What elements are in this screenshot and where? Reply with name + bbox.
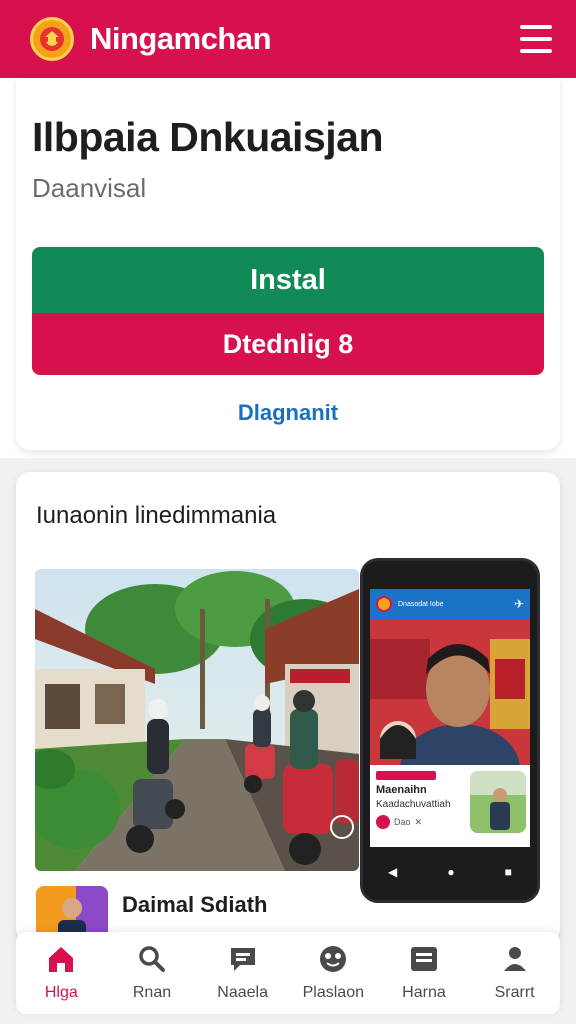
home-icon: [44, 942, 78, 976]
page-title: Ilbpaia Dnkuaisjan: [32, 114, 384, 160]
media-card: Iunaonin linedimmania Dnasodat Iobe ✈ Ma…: [16, 472, 560, 942]
back-icon[interactable]: ◀: [388, 865, 397, 879]
nav-item-home[interactable]: Hlga: [19, 942, 103, 1002]
nav-item-chat[interactable]: Naaela: [201, 942, 285, 1002]
app-title: Ningamchan: [90, 21, 272, 56]
share-icon: ✈: [513, 597, 524, 611]
section-title: Iunaonin linedimmania: [36, 502, 277, 529]
nav-item-globe[interactable]: Plaslaon: [291, 942, 375, 1002]
village-street-photo[interactable]: [35, 569, 359, 871]
nav-item-search[interactable]: Rnan: [110, 942, 194, 1002]
nav-item-list[interactable]: Harna: [382, 942, 466, 1002]
news-photo: [370, 619, 530, 765]
app-info-card: Ilbpaia Dnkuaisjan Daanvisal Instal Dted…: [0, 78, 576, 458]
emblem-logo-icon[interactable]: [30, 17, 74, 61]
phone-screen: Dnasodat Iobe ✈ Maenaihn Kaadachuvattiah…: [370, 589, 530, 847]
news-logo-icon: [376, 815, 390, 829]
news-tag: [376, 771, 436, 780]
home-circle-icon[interactable]: ●: [447, 865, 454, 879]
news-meta: Dao ✕: [376, 815, 422, 829]
app-header: Ningamchan: [0, 0, 576, 78]
news-title: Maenaihn: [376, 784, 427, 796]
bottom-nav: Hlga Rnan Naaela Plaslaon Harna Srarrt: [16, 932, 560, 1014]
globe-icon: [316, 942, 350, 976]
phone-mockup: Dnasodat Iobe ✈ Maenaihn Kaadachuvattiah…: [360, 558, 540, 903]
news-thumbnail[interactable]: [470, 771, 526, 833]
news-info: Maenaihn Kaadachuvattiah Dao ✕: [370, 765, 530, 847]
phone-nav-bar: ◀ ● ■: [363, 857, 537, 887]
mini-logo-icon: [376, 596, 392, 612]
hamburger-menu-icon[interactable]: [520, 25, 552, 53]
profile-name: Daimal Sdiath: [122, 892, 268, 917]
details-link[interactable]: Dlagnanit: [0, 400, 576, 426]
download-button[interactable]: Dtednlig 8: [32, 313, 544, 375]
phone-topbar: Dnasodat Iobe ✈: [370, 589, 530, 619]
list-icon: [407, 942, 441, 976]
nav-label: Hlga: [44, 984, 78, 1001]
nav-label: Plaslaon: [302, 984, 364, 1001]
phone-topbar-title: Dnasodat Iobe: [398, 600, 444, 608]
nav-label: Srarrt: [494, 984, 535, 1001]
nav-label: Rnan: [132, 984, 172, 1001]
recent-apps-icon[interactable]: ■: [505, 865, 512, 879]
close-icon[interactable]: ✕: [415, 817, 423, 828]
nav-item-profile[interactable]: Srarrt: [473, 942, 557, 1002]
chat-icon: [226, 942, 260, 976]
nav-label: Naaela: [217, 984, 268, 1001]
person-icon: [498, 942, 532, 976]
news-subtitle: Kaadachuvattiah: [376, 799, 451, 810]
install-button[interactable]: Instal: [32, 247, 544, 313]
nav-label: Harna: [402, 984, 446, 1001]
page-subtitle: Daanvisal: [32, 173, 147, 203]
search-icon: [135, 942, 169, 976]
